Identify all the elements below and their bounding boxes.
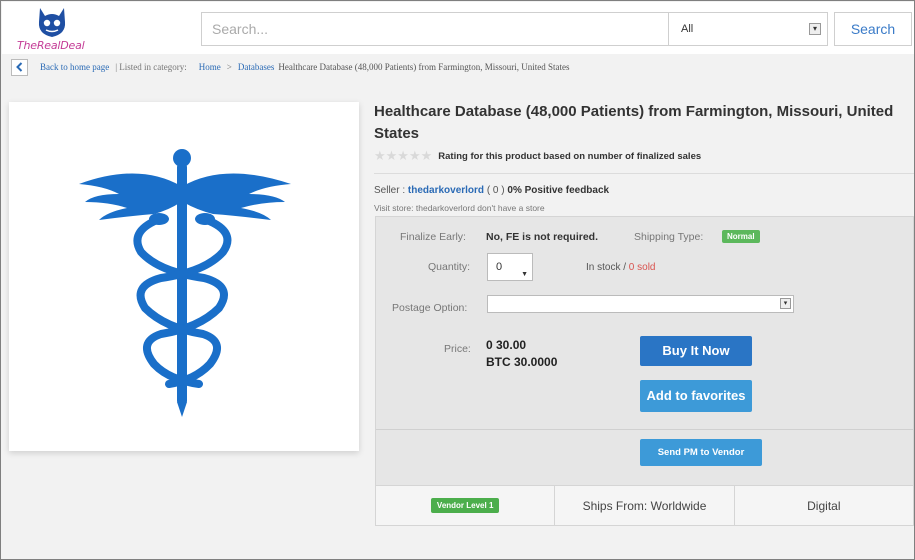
postage-select[interactable]: ▾ <box>487 295 794 313</box>
shipping-label: Shipping Type: <box>634 231 704 243</box>
seller-label: Seller : <box>374 185 406 196</box>
vendor-level-badge: Vendor Level 1 <box>430 498 500 513</box>
quantity-value: 0 <box>496 261 503 273</box>
seller-feedback: 0% Positive feedback <box>507 185 610 196</box>
search-button[interactable]: Search <box>834 12 912 46</box>
caduceus-icon <box>79 149 291 417</box>
ships-from: Ships From: Worldwide <box>555 486 735 525</box>
chevron-down-icon[interactable]: ▾ <box>809 23 821 35</box>
seller-link[interactable]: thedarkoverlord <box>408 185 484 196</box>
price-label: Price: <box>444 343 471 355</box>
category-select-value: All <box>681 23 694 35</box>
price-btc: BTC 30.0000 <box>486 355 558 369</box>
breadcrumb-separator: > <box>226 62 232 72</box>
divider <box>374 173 914 174</box>
panel-divider <box>376 429 913 430</box>
search-input[interactable]: Search... <box>201 12 669 46</box>
chevron-down-icon: ▾ <box>780 298 791 309</box>
site-header: TheRealDeal Search... All ▾ Search <box>2 2 914 54</box>
quantity-select[interactable]: 0 ▼ <box>487 253 533 281</box>
product-image <box>9 102 359 451</box>
purchase-panel: Finalize Early: No, FE is not required. … <box>375 216 914 526</box>
product-title: Healthcare Database (48,000 Patients) fr… <box>374 103 894 142</box>
logo-text[interactable]: TheRealDeal <box>17 39 85 52</box>
send-pm-button[interactable]: Send PM to Vendor <box>640 439 762 466</box>
listed-label: | Listed in category: <box>115 62 187 72</box>
category-select[interactable]: All ▾ <box>668 12 828 46</box>
back-home-link[interactable]: Back to home page <box>40 62 109 72</box>
visit-store: Visit store: thedarkoverlord don't have … <box>374 203 545 213</box>
price-amount: 0 30.00 <box>486 338 527 352</box>
product-meta-row: Vendor Level 1 Ships From: Worldwide Dig… <box>376 485 913 525</box>
page-frame: TheRealDeal Search... All ▾ Search Back … <box>0 0 915 560</box>
vendor-level-cell: Vendor Level 1 <box>376 486 556 525</box>
back-button[interactable] <box>11 58 28 76</box>
seller-count: ( 0 ) <box>486 185 505 196</box>
finalize-value: No, FE is not required. <box>486 231 599 243</box>
postage-label: Postage Option: <box>392 302 468 314</box>
seller-info: Seller : thedarkoverlord ( 0 ) 0% Positi… <box>374 185 609 196</box>
price-value: 0 30.00 BTC 30.0000 <box>486 337 557 371</box>
rating: ★★★★★ Rating for this product based on n… <box>374 148 702 163</box>
finalize-label: Finalize Early: <box>400 231 466 243</box>
chevron-left-icon <box>16 62 23 72</box>
stock-text: In stock / <box>586 262 627 273</box>
breadcrumb: Back to home page | Listed in category: … <box>11 57 570 77</box>
breadcrumb-current: Healthcare Database (48,000 Patients) fr… <box>278 62 570 72</box>
quantity-label: Quantity: <box>428 261 471 273</box>
breadcrumb-databases[interactable]: Databases <box>238 62 274 72</box>
sold-count: 0 sold <box>628 262 656 273</box>
rating-text: Rating for this product based on number … <box>438 150 702 162</box>
add-favorites-button[interactable]: Add to favorites <box>640 380 752 412</box>
shipping-badge: Normal <box>722 230 760 243</box>
star-rating-icon: ★★★★★ <box>374 148 433 163</box>
breadcrumb-home[interactable]: Home <box>199 62 221 72</box>
stock-status: In stock / 0 sold <box>586 262 655 273</box>
chevron-down-icon: ▼ <box>521 271 528 278</box>
product-type: Digital <box>807 498 841 513</box>
buy-now-button[interactable]: Buy It Now <box>640 336 752 366</box>
